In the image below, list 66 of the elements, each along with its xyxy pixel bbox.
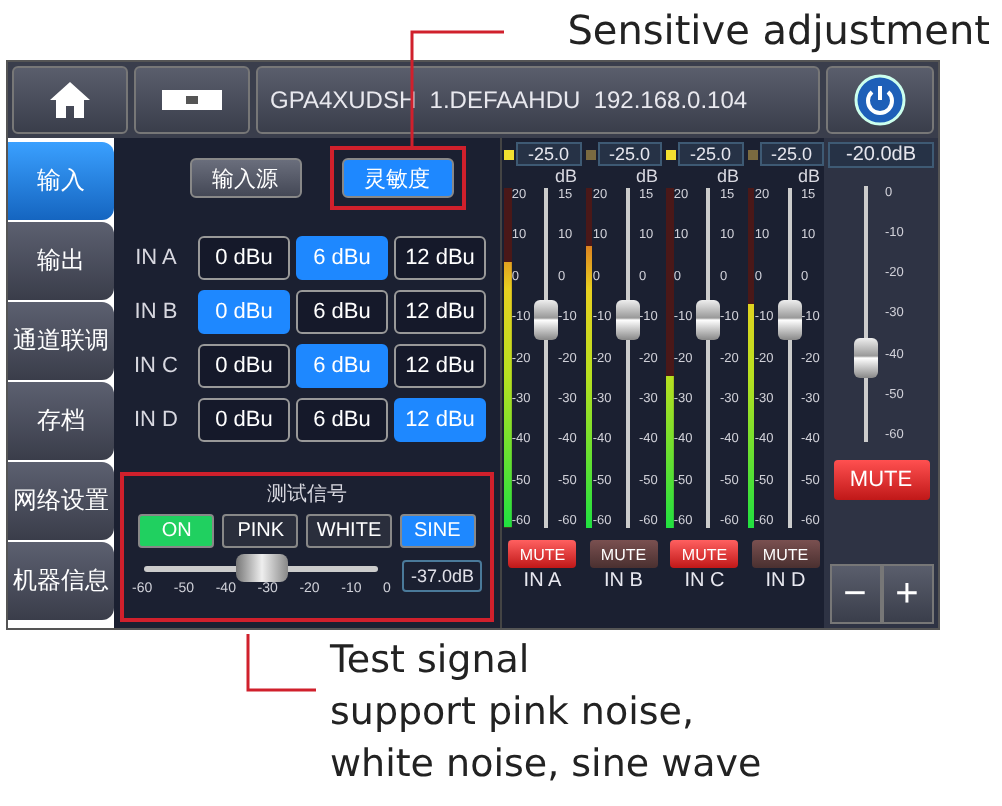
- signal-button[interactable]: WHITE: [306, 514, 392, 548]
- slider-thumb[interactable]: [235, 554, 288, 582]
- card-icon: [162, 90, 222, 110]
- gain-readout: -25.0: [678, 142, 743, 166]
- channel-fader[interactable]: [615, 188, 639, 528]
- home-icon: [48, 80, 92, 120]
- nav-tab[interactable]: 输入: [8, 142, 114, 220]
- sensitivity-option[interactable]: 6 dBu: [296, 398, 388, 442]
- channel-fader[interactable]: [534, 188, 558, 528]
- gain-readout: -25.0: [597, 142, 662, 166]
- master-readout: -20.0dB: [828, 142, 934, 168]
- fader-knob[interactable]: [534, 300, 559, 341]
- channel-name: IN D: [765, 570, 806, 592]
- sensitivity-option[interactable]: 12 dBu: [394, 290, 486, 334]
- sensitivity-option[interactable]: 0 dBu: [198, 344, 290, 388]
- leader-line: [246, 634, 316, 692]
- unit-label: dB: [797, 166, 820, 186]
- channel-name: IN C: [684, 570, 725, 592]
- input-tab[interactable]: 输入源: [189, 158, 301, 198]
- channel-fader[interactable]: [696, 188, 720, 528]
- nav-tab[interactable]: 存档: [8, 382, 114, 460]
- sensitivity-option[interactable]: 6 dBu: [296, 290, 388, 334]
- channel-fader[interactable]: [777, 188, 801, 528]
- sensitivity-option[interactable]: 12 dBu: [394, 236, 486, 280]
- channel-name: IN B: [604, 570, 643, 592]
- device-button[interactable]: [134, 66, 250, 134]
- callout-text: support pink noise,: [330, 688, 696, 738]
- panel-title: 测试信号: [267, 481, 347, 508]
- sensitivity-option[interactable]: 0 dBu: [198, 236, 290, 280]
- callout-text: Sensitive adjustment: [567, 6, 990, 54]
- master-fader[interactable]: [853, 186, 877, 442]
- nav-tab[interactable]: 输出: [8, 222, 114, 300]
- callout-text: white noise, sine wave: [330, 740, 764, 790]
- signal-button[interactable]: PINK: [222, 514, 299, 548]
- level-readout: -37.0dB: [402, 559, 482, 591]
- step-button[interactable]: +: [881, 564, 933, 624]
- nav-tab[interactable]: 网络设置: [8, 462, 114, 540]
- nav-tab[interactable]: 机器信息: [8, 542, 114, 620]
- fader-knob[interactable]: [696, 300, 721, 341]
- mute-button[interactable]: MUTE: [751, 540, 820, 568]
- mute-button[interactable]: MUTE: [508, 540, 577, 568]
- unit-label: dB: [554, 166, 577, 186]
- power-button[interactable]: [826, 66, 934, 134]
- gain-readout: -25.0: [516, 142, 581, 166]
- fader-knob[interactable]: [615, 300, 640, 341]
- fader-knob[interactable]: [777, 300, 802, 341]
- mute-button[interactable]: MUTE: [589, 540, 658, 568]
- unit-label: dB: [716, 166, 739, 186]
- channel-label: IN B: [132, 300, 180, 324]
- channel-name: IN A: [523, 570, 562, 592]
- callout-text: Test signal: [330, 636, 532, 686]
- channel-label: IN D: [132, 408, 180, 432]
- nav-tab[interactable]: 通道联调: [8, 302, 114, 380]
- fader-knob[interactable]: [853, 337, 877, 378]
- sensitivity-option[interactable]: 12 dBu: [394, 344, 486, 388]
- channel-label: IN A: [133, 246, 179, 270]
- step-button[interactable]: −: [829, 564, 881, 624]
- sensitivity-option[interactable]: 0 dBu: [198, 398, 290, 442]
- power-icon: [854, 74, 906, 126]
- level-slider[interactable]: [144, 554, 379, 582]
- gain-readout: -25.0: [759, 142, 824, 166]
- unit-label: dB: [635, 166, 658, 186]
- home-button[interactable]: [12, 66, 128, 134]
- mute-button[interactable]: MUTE: [670, 540, 739, 568]
- channel-label: IN C: [132, 354, 180, 378]
- mute-button[interactable]: MUTE: [833, 460, 929, 500]
